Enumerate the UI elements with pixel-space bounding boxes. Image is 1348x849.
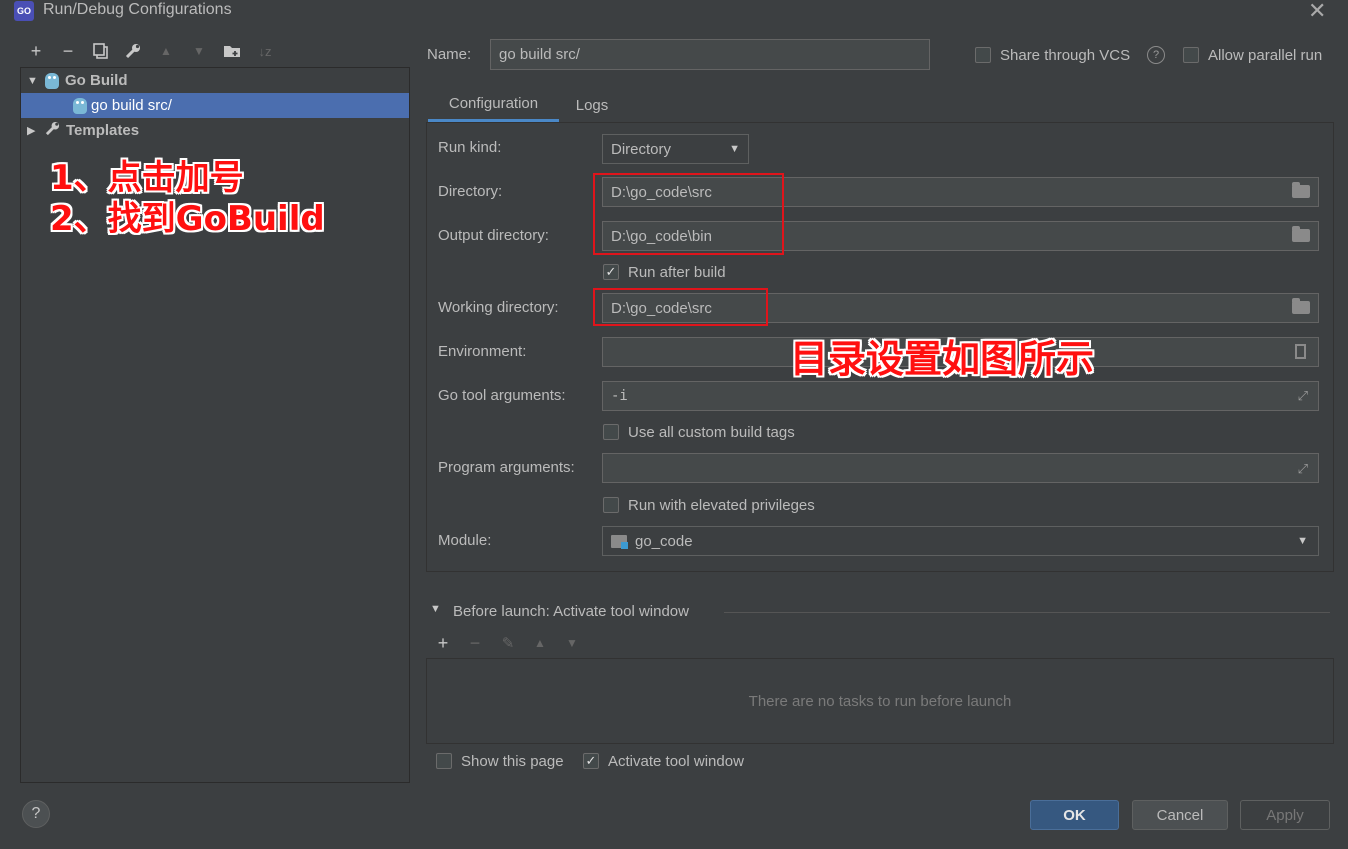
wrench-icon [45,121,60,140]
before-launch-empty-text: There are no tasks to run before launch [748,692,1012,710]
wrench-icon[interactable] [122,40,144,62]
module-folder-icon [611,534,628,549]
show-page-label: Show this page [461,753,564,770]
folder-icon[interactable] [1292,182,1310,198]
expand-icon[interactable]: ⤢ [1298,389,1308,404]
chevron-down-icon[interactable]: ▼ [430,603,441,615]
program-arguments-input[interactable]: ⤢ [602,453,1319,483]
window-title: Run/Debug Configurations [43,1,232,18]
move-down-icon[interactable]: ▼ [561,632,583,654]
chevron-down-icon: ▼ [1297,535,1308,547]
divider [724,612,1330,613]
tree-templates-label: Templates [66,122,140,139]
share-vcs-label: Share through VCS [1000,47,1131,64]
copy-icon[interactable] [90,40,112,62]
activate-tool-checkbox[interactable]: ✓ [583,753,599,769]
activate-tool-label: Activate tool window [608,753,744,770]
go-tool-arguments-value: -i [611,388,628,404]
run-kind-label: Run kind: [438,139,502,156]
goland-app-icon: GO [14,1,34,21]
allow-parallel-checkbox[interactable] [1183,47,1199,63]
remove-icon[interactable]: − [57,40,79,62]
chevron-right-icon[interactable]: ▶ [27,124,37,137]
close-icon[interactable]: ✕ [1308,0,1326,24]
tree-group-label: Go Build [65,72,128,89]
gopher-icon [45,72,59,89]
before-launch-title: Before launch: Activate tool window [453,603,689,620]
run-kind-select[interactable]: Directory ▼ [602,134,749,164]
tab-logs[interactable]: Logs [562,88,622,122]
help-button[interactable]: ? [22,800,50,828]
custom-build-tags-label: Use all custom build tags [628,424,795,441]
annotation-box-directories [593,173,784,255]
chevron-down-icon[interactable]: ▼ [27,75,38,87]
folder-add-icon[interactable] [221,40,243,62]
tree-group-templates[interactable]: ▶ Templates [21,118,415,143]
name-input[interactable]: go build src/ [490,39,930,70]
module-label: Module: [438,532,492,549]
annotation-step1: 1、点击加号 [50,158,244,198]
add-task-icon[interactable]: + [432,632,454,654]
document-icon[interactable] [1295,344,1306,359]
folder-icon[interactable] [1292,226,1310,242]
environment-label: Environment: [438,343,527,360]
annotation-directory-setup: 目录设置如图所示 [790,337,1095,381]
go-tool-arguments-input[interactable]: -i ⤢ [602,381,1319,411]
tree-item-label: go build src/ [91,97,172,114]
ok-button[interactable]: OK [1030,800,1119,830]
module-select[interactable]: go_code ▼ [602,526,1319,556]
elevated-privileges-label: Run with elevated privileges [628,497,815,514]
go-tool-arguments-label: Go tool arguments: [438,387,566,404]
run-kind-value: Directory [611,140,672,158]
custom-build-tags-checkbox[interactable] [603,424,619,440]
help-circle-icon[interactable]: ? [1147,46,1165,64]
elevated-privileges-checkbox[interactable] [603,497,619,513]
move-up-icon[interactable]: ▲ [529,632,551,654]
annotation-step2: 2、找到GoBuild [50,199,325,239]
output-directory-label: Output directory: [438,227,549,244]
sort-icon[interactable]: ↓z [254,40,276,62]
show-page-checkbox[interactable] [436,753,452,769]
tree-group-go-build[interactable]: ▼ Go Build [21,68,415,93]
annotation-box-working-directory [593,288,768,326]
gopher-icon [73,97,87,114]
chevron-down-icon: ▼ [729,143,740,155]
cancel-button[interactable]: Cancel [1132,800,1228,830]
program-arguments-label: Program arguments: [438,459,575,476]
folder-icon[interactable] [1292,298,1310,314]
working-directory-label: Working directory: [438,299,559,316]
module-value: go_code [635,532,693,550]
directory-label: Directory: [438,183,503,200]
apply-button[interactable]: Apply [1240,800,1330,830]
run-after-build-label: Run after build [628,264,726,281]
share-vcs-checkbox[interactable] [975,47,991,63]
remove-task-icon[interactable]: − [464,632,486,654]
name-label: Name: [427,46,472,63]
move-down-icon[interactable]: ▼ [188,40,210,62]
tab-configuration[interactable]: Configuration [428,88,559,122]
before-launch-task-list: There are no tasks to run before launch [426,658,1334,744]
add-icon[interactable]: + [25,40,47,62]
title-bar: GO Run/Debug Configurations ✕ [0,0,1348,24]
allow-parallel-label: Allow parallel run [1208,47,1323,64]
move-up-icon[interactable]: ▲ [155,40,177,62]
expand-icon[interactable]: ⤢ [1298,461,1308,477]
tree-item-go-build-src[interactable]: go build src/ [21,93,409,118]
edit-task-icon[interactable]: ✎ [497,632,519,654]
run-after-build-checkbox[interactable]: ✓ [603,264,619,280]
